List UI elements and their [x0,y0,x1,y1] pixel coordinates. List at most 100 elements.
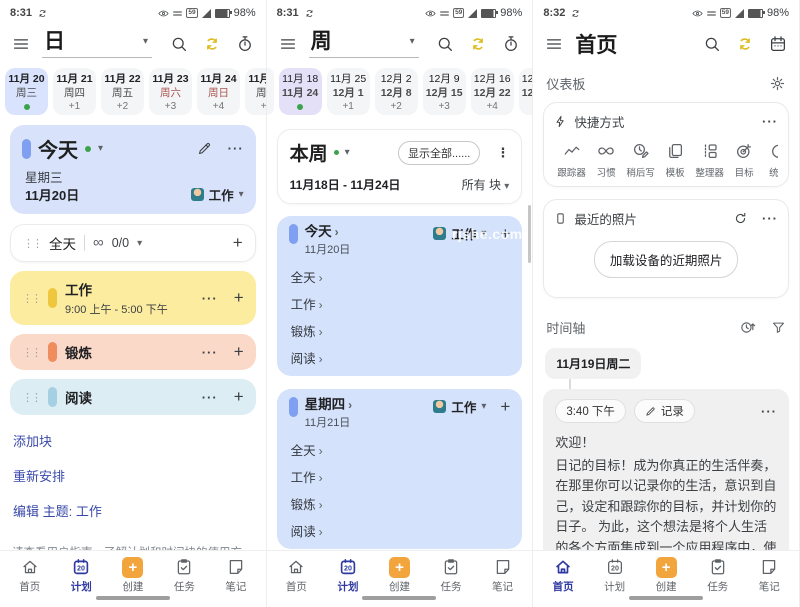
shortcut-templates[interactable]: 模板 [658,141,693,179]
date-chip[interactable]: 11月 24 周日 +4 [197,68,240,115]
date-chip[interactable]: 11月 22 周五 +2 [101,68,144,115]
shortcut-tracker[interactable]: 跟踪器 [554,141,589,179]
add-block-link[interactable]: 添加块 [13,431,253,450]
more-options-icon[interactable]: ··· [762,114,778,129]
reschedule-link[interactable]: 重新安排 [13,466,253,485]
nav-home[interactable]: 首页 [541,557,585,594]
add-icon[interactable]: + [234,291,244,305]
week-chip[interactable]: 12月 2 12月 8 +2 [375,68,418,115]
load-photos-button[interactable]: 加载设备的近期照片 [594,241,739,278]
sync-icon[interactable] [203,35,221,53]
block-link[interactable]: 锻炼› [289,317,511,344]
block-link[interactable]: 全天› [289,263,511,290]
more-options-icon[interactable]: ··· [228,141,244,156]
edit-pencil-icon[interactable] [197,141,212,156]
drag-handle-icon[interactable]: ⋮⋮ [22,292,40,305]
block-link[interactable]: 全天› [289,436,511,463]
theme-selector[interactable]: 工作 ▾ [433,224,486,243]
theme-selector[interactable]: 工作 ▾ [191,185,244,204]
nav-create[interactable]: + 创建 [377,557,421,594]
more-options-icon[interactable]: ··· [202,345,218,360]
shortcut-organizer[interactable]: 整理器 [692,141,727,179]
drag-handle-icon[interactable]: ⋮⋮ [22,346,40,359]
block-link[interactable]: 工作› [289,463,511,490]
timer-icon[interactable] [236,35,254,53]
edit-theme-link[interactable]: 编辑 主题: 工作 [13,501,253,520]
shortcut-habits[interactable]: 习惯 [589,141,624,179]
add-icon[interactable]: + [500,227,510,241]
hamburger-menu-icon[interactable] [12,35,30,53]
block-link[interactable]: 阅读› [289,517,511,544]
search-icon[interactable] [703,35,721,53]
more-options-vertical-icon[interactable]: ⋮ [496,145,509,161]
nav-notes[interactable]: 笔记 [481,557,525,594]
view-selector-dropdown[interactable]: 周 ▾ [309,31,419,58]
reading-block-card[interactable]: ⋮⋮ 阅读 ··· + [10,379,256,415]
filter-funnel-icon[interactable] [771,320,786,335]
gear-icon[interactable] [769,75,786,92]
nav-notes[interactable]: 笔记 [214,557,258,594]
nav-plan[interactable]: 20 计划 [326,557,370,594]
search-icon[interactable] [170,35,188,53]
nav-tasks[interactable]: 任务 [696,557,740,594]
entry-tag-chip[interactable]: 记录 [634,399,695,423]
entry-time-chip[interactable]: 3:40 下午 [555,399,626,423]
hamburger-menu-icon[interactable] [279,35,297,53]
more-options-icon[interactable]: ··· [761,404,777,419]
nav-tasks[interactable]: 任务 [429,557,473,594]
add-icon[interactable]: + [234,345,244,359]
date-chip[interactable]: 11月 25 周一 +5 [245,68,266,115]
this-week-card[interactable]: 本周 ▾ 显示全部...... ⋮ 11月18日 - 11月24日 所有 块 ▾ [277,129,523,204]
week-chip-selected[interactable]: 11月 18 11月 24 [279,68,322,115]
nav-home[interactable]: 首页 [274,557,318,594]
week-chip[interactable]: 11月 25 12月 1 +1 [327,68,370,115]
sync-icon[interactable] [469,35,487,53]
sort-by-time-icon[interactable] [739,319,756,336]
show-all-button[interactable]: 显示全部...... [398,141,480,165]
journal-entry-card[interactable]: 3:40 下午 记录 ··· 欢迎！ 日记的目标！成为你真正的生活伴奏，在那里你… [543,389,789,550]
home-indicator[interactable] [533,596,799,607]
shortcut-goals[interactable]: 目标 [727,141,762,179]
drag-handle-icon[interactable]: ⋮⋮ [23,237,41,250]
nav-create[interactable]: + 创建 [644,557,688,594]
day-card-thursday[interactable]: 星期四› 11月21日 工作 ▾ + 全天› 工作› [277,389,523,549]
scrollbar[interactable] [528,205,531,263]
nav-home[interactable]: 首页 [8,557,52,594]
nav-notes[interactable]: 笔记 [747,557,791,594]
day-card-today[interactable]: 今天› 11月20日 工作 ▾ + 全天› 工作› [277,216,523,376]
exercise-block-card[interactable]: ⋮⋮ 锻炼 ··· + [10,334,256,370]
block-link[interactable]: 工作› [289,290,511,317]
nav-create[interactable]: + 创建 [111,557,155,594]
calendar-date-icon[interactable] [769,35,787,53]
block-link[interactable]: 阅读› [289,344,511,371]
all-day-row[interactable]: ⋮⋮ 全天 ∞ 0/0 ▾ + [10,224,256,262]
shortcut-write-later[interactable]: 稍后写 [623,141,658,179]
timeline-date-chip[interactable]: 11月19日周二 [545,348,641,379]
date-chip[interactable]: 11月 23 周六 +3 [149,68,192,115]
theme-selector[interactable]: 工作 ▾ [433,397,486,416]
sync-icon[interactable] [736,35,754,53]
week-chip[interactable]: 12月 23 12月 29 +5 [519,68,533,115]
refresh-icon[interactable] [733,211,748,226]
work-block-card[interactable]: ⋮⋮ 工作 9:00 上午 - 5:00 下午 ··· + [10,271,256,325]
drag-handle-icon[interactable]: ⋮⋮ [22,391,40,404]
week-chip[interactable]: 12月 9 12月 15 +3 [423,68,466,115]
week-chip[interactable]: 12月 16 12月 22 +4 [471,68,514,115]
nav-tasks[interactable]: 任务 [162,557,206,594]
nav-plan[interactable]: 20 计划 [59,557,103,594]
home-indicator[interactable] [0,596,266,607]
add-icon[interactable]: + [234,390,244,404]
nav-plan[interactable]: 20 计划 [593,557,637,594]
more-options-icon[interactable]: ··· [202,390,218,405]
today-card[interactable]: 今天 ▾ ··· 星期三 11月20日 工作 [10,125,256,214]
home-indicator[interactable] [267,596,533,607]
view-selector-dropdown[interactable]: 日 ▾ [42,31,152,58]
block-link[interactable]: 锻炼› [289,490,511,517]
more-options-icon[interactable]: ··· [202,291,218,306]
timer-icon[interactable] [502,35,520,53]
search-icon[interactable] [436,35,454,53]
hamburger-menu-icon[interactable] [545,35,563,53]
shortcut-statistics[interactable]: 统计 [761,141,778,179]
block-filter-dropdown[interactable]: 所有 块 ▾ [462,176,510,193]
add-icon[interactable]: + [500,400,510,414]
